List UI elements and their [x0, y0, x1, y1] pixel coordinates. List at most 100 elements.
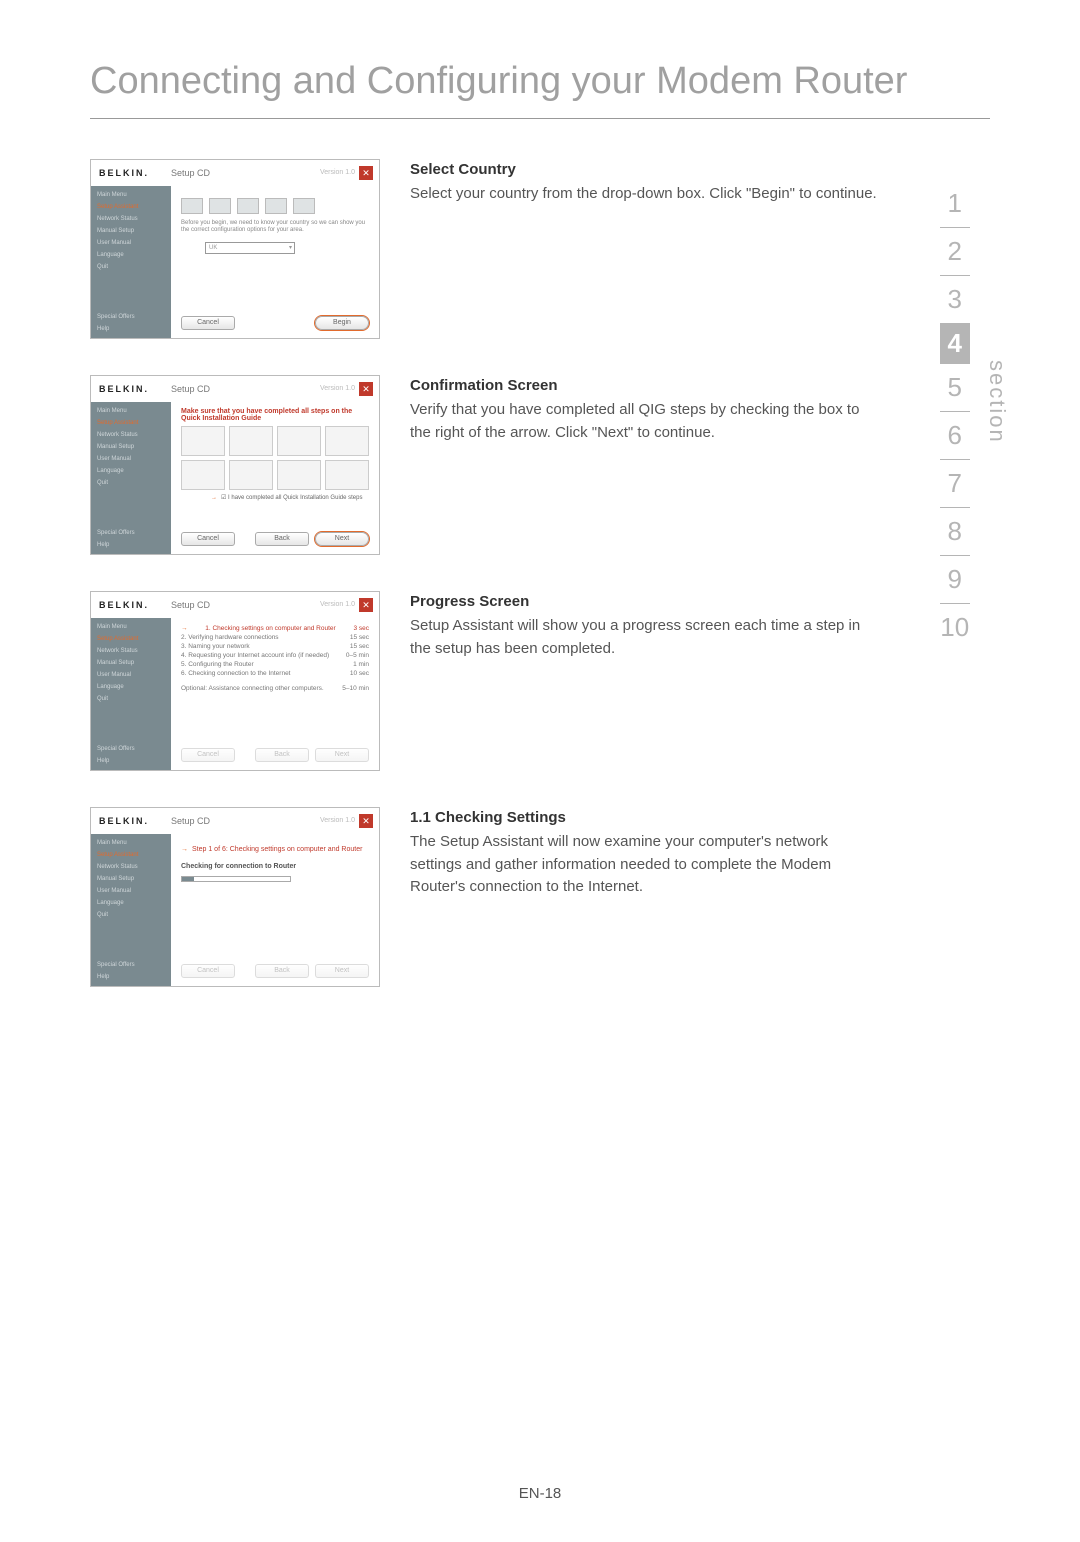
- section-body: Setup Assistant will show you a progress…: [410, 615, 880, 660]
- hint-text: Before you begin, we need to know your c…: [181, 220, 369, 234]
- nav-offers[interactable]: Special Offers: [97, 746, 165, 752]
- qig-thumb: [325, 426, 369, 456]
- close-icon[interactable]: ✕: [359, 598, 373, 612]
- next-button: Next: [315, 964, 369, 978]
- section-1[interactable]: 1: [948, 180, 962, 227]
- section-body: Select your country from the drop-down b…: [410, 183, 880, 206]
- progress-row: 2. Verifying hardware connections15 sec: [181, 633, 369, 642]
- progress-list: → 1. Checking settings on computer and R…: [181, 624, 369, 693]
- cancel-button[interactable]: Cancel: [181, 532, 235, 546]
- next-button: Next: [315, 748, 369, 762]
- page-title: Connecting and Configuring your Modem Ro…: [90, 60, 990, 119]
- nav-setup-assistant[interactable]: Setup Assistant: [97, 204, 165, 210]
- nav-manual[interactable]: Manual Setup: [97, 444, 165, 450]
- nav-user-manual[interactable]: User Manual: [97, 456, 165, 462]
- next-button[interactable]: Next: [315, 532, 369, 546]
- nav-language[interactable]: Language: [97, 252, 165, 258]
- close-icon[interactable]: ✕: [359, 166, 373, 180]
- nav-main[interactable]: Main Menu: [97, 624, 165, 630]
- arrow-icon: →: [211, 495, 217, 501]
- nav-help[interactable]: Help: [97, 542, 165, 548]
- close-icon[interactable]: ✕: [359, 814, 373, 828]
- nav-main[interactable]: Main Menu: [97, 192, 165, 198]
- nav-language[interactable]: Language: [97, 468, 165, 474]
- section-heading: Progress Screen: [410, 591, 880, 614]
- back-button: Back: [255, 964, 309, 978]
- nav-quit[interactable]: Quit: [97, 264, 165, 270]
- qig-thumb: [277, 460, 321, 490]
- section-2[interactable]: 2: [948, 228, 962, 275]
- nav-setup-assistant[interactable]: Setup Assistant: [97, 636, 165, 642]
- nav-main[interactable]: Main Menu: [97, 840, 165, 846]
- confirm-label: I have completed all Quick Installation …: [228, 495, 362, 501]
- nav-main[interactable]: Main Menu: [97, 408, 165, 414]
- sub-text: Checking for connection to Router: [181, 863, 369, 870]
- nav-status[interactable]: Network Status: [97, 648, 165, 654]
- nav-language[interactable]: Language: [97, 684, 165, 690]
- section-heading: Select Country: [410, 159, 880, 182]
- section-5[interactable]: 5: [948, 364, 962, 411]
- cancel-button[interactable]: Cancel: [181, 316, 235, 330]
- section-3[interactable]: 3: [948, 276, 962, 323]
- nav-help[interactable]: Help: [97, 974, 165, 980]
- nav-manual[interactable]: Manual Setup: [97, 660, 165, 666]
- version-label: Version 1.0: [320, 385, 355, 392]
- arrow-icon: →: [181, 625, 188, 632]
- nav-offers[interactable]: Special Offers: [97, 530, 165, 536]
- section-9[interactable]: 9: [948, 556, 962, 603]
- belkin-logo: BELKIN.: [91, 600, 171, 610]
- nav-offers[interactable]: Special Offers: [97, 962, 165, 968]
- nav-status[interactable]: Network Status: [97, 864, 165, 870]
- section-label: section: [984, 360, 1010, 444]
- window-title: Setup CD: [171, 816, 320, 826]
- device-icon: [293, 198, 315, 214]
- version-label: Version 1.0: [320, 601, 355, 608]
- window-title: Setup CD: [171, 384, 320, 394]
- cancel-button: Cancel: [181, 964, 235, 978]
- back-button[interactable]: Back: [255, 532, 309, 546]
- nav-user-manual[interactable]: User Manual: [97, 888, 165, 894]
- section-7[interactable]: 7: [948, 460, 962, 507]
- back-button: Back: [255, 748, 309, 762]
- nav-offers[interactable]: Special Offers: [97, 314, 165, 320]
- section-6[interactable]: 6: [948, 412, 962, 459]
- progress-fill: [182, 877, 194, 881]
- icon-row: [181, 198, 369, 214]
- nav-help[interactable]: Help: [97, 758, 165, 764]
- belkin-logo: BELKIN.: [91, 816, 171, 826]
- progress-row: 6. Checking connection to the Internet10…: [181, 669, 369, 678]
- section-heading: Confirmation Screen: [410, 375, 880, 398]
- confirm-checkbox-row[interactable]: →☑ I have completed all Quick Installati…: [211, 494, 369, 501]
- section-4-active[interactable]: 4: [940, 324, 970, 363]
- sidebar: Main Menu Setup Assistant Network Status…: [91, 618, 171, 770]
- window-title: Setup CD: [171, 168, 320, 178]
- sidebar: Main Menu Setup Assistant Network Status…: [91, 186, 171, 338]
- nav-status[interactable]: Network Status: [97, 432, 165, 438]
- section-8[interactable]: 8: [948, 508, 962, 555]
- screenshot-checking-settings: BELKIN. Setup CD Version 1.0 ✕ Main Menu…: [90, 807, 380, 987]
- nav-quit[interactable]: Quit: [97, 912, 165, 918]
- nav-user-manual[interactable]: User Manual: [97, 240, 165, 246]
- nav-status[interactable]: Network Status: [97, 216, 165, 222]
- nav-quit[interactable]: Quit: [97, 480, 165, 486]
- nav-setup-assistant[interactable]: Setup Assistant: [97, 852, 165, 858]
- device-icon: [265, 198, 287, 214]
- belkin-logo: BELKIN.: [91, 384, 171, 394]
- country-dropdown[interactable]: UK: [205, 242, 295, 254]
- nav-setup-assistant[interactable]: Setup Assistant: [97, 420, 165, 426]
- progress-row: 5. Configuring the Router1 min: [181, 660, 369, 669]
- nav-manual[interactable]: Manual Setup: [97, 228, 165, 234]
- progress-row-optional: Optional: Assistance connecting other co…: [181, 684, 369, 693]
- qig-thumb: [181, 426, 225, 456]
- version-label: Version 1.0: [320, 817, 355, 824]
- thumb-row: [181, 460, 369, 490]
- begin-button[interactable]: Begin: [315, 316, 369, 330]
- nav-quit[interactable]: Quit: [97, 696, 165, 702]
- nav-help[interactable]: Help: [97, 326, 165, 332]
- nav-manual[interactable]: Manual Setup: [97, 876, 165, 882]
- nav-language[interactable]: Language: [97, 900, 165, 906]
- nav-user-manual[interactable]: User Manual: [97, 672, 165, 678]
- section-10[interactable]: 10: [940, 604, 969, 651]
- device-icon: [209, 198, 231, 214]
- close-icon[interactable]: ✕: [359, 382, 373, 396]
